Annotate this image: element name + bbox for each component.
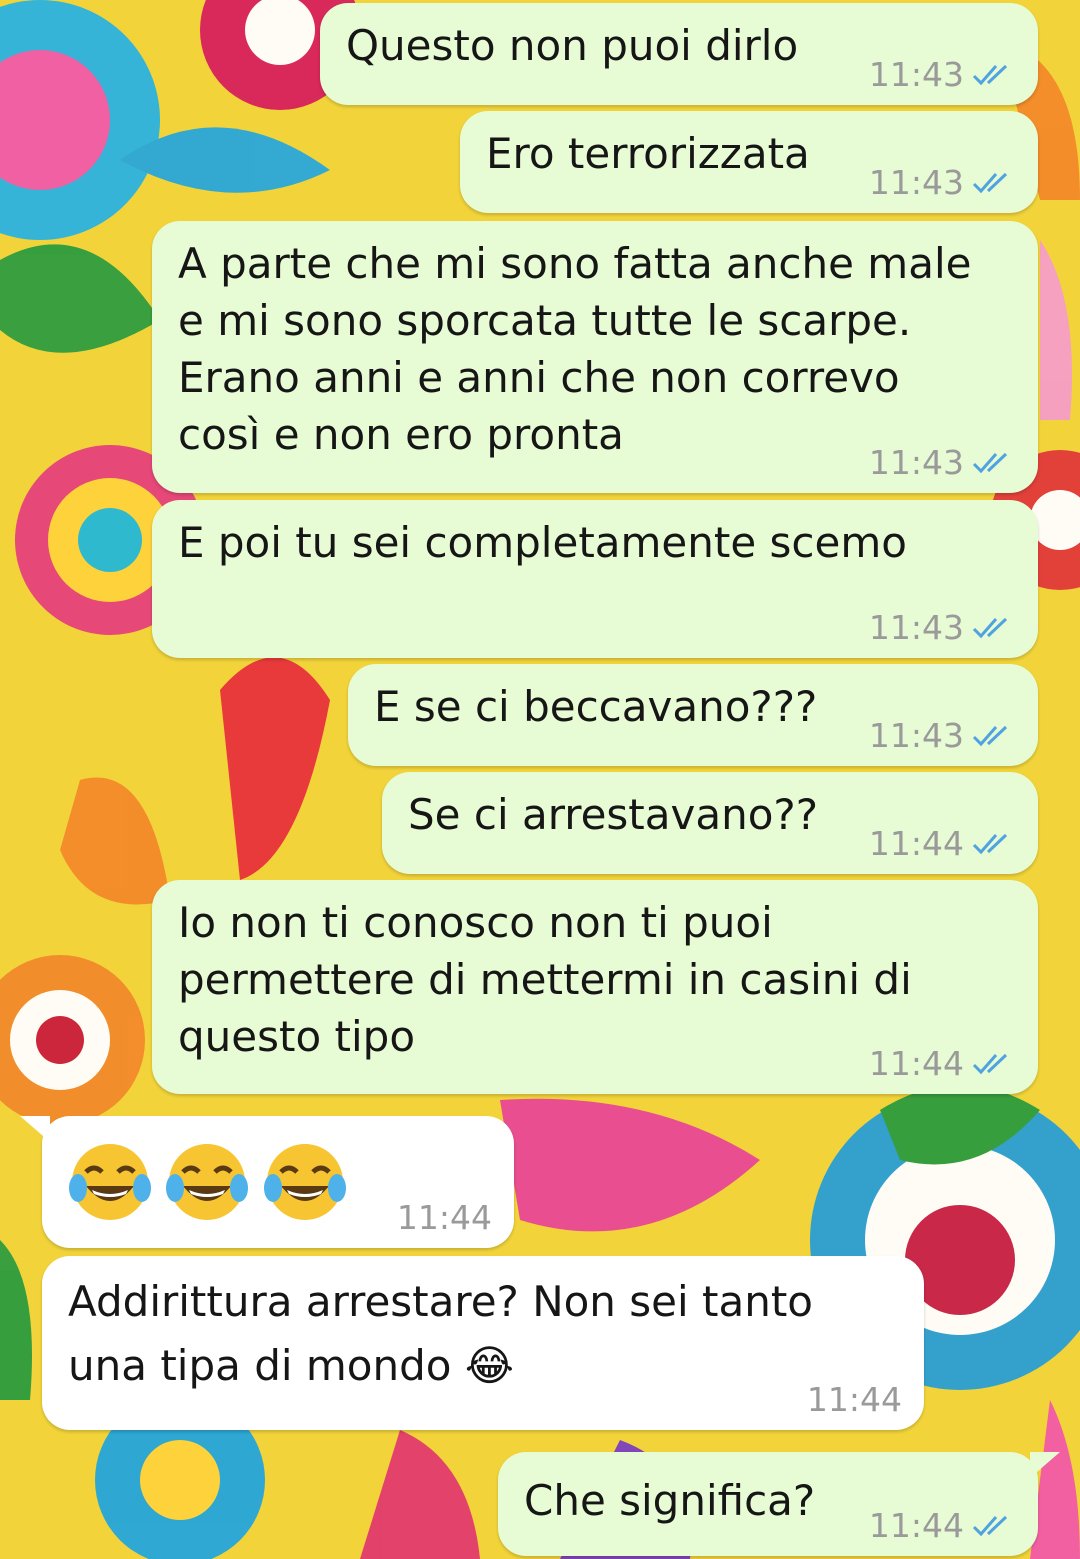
message-bubble-outgoing[interactable]: Ero terrorizzata 11:43 [460, 111, 1038, 213]
message-meta: 11:43 [869, 608, 1016, 648]
double-check-read-icon [972, 833, 1008, 855]
double-check-read-icon [972, 725, 1008, 747]
message-time: 11:43 [868, 716, 964, 755]
bubble-tail [20, 1116, 50, 1142]
message-meta: 11:44 [397, 1198, 492, 1238]
double-check-read-icon [972, 64, 1008, 86]
message-time: 11:43 [868, 443, 964, 482]
message-meta: 11:43 [869, 55, 1016, 95]
message-time: 11:44 [868, 1044, 964, 1083]
message-meta: 11:43 [869, 163, 1016, 203]
message-text: Io non ti conosco non ti puoi permettere… [178, 898, 912, 1061]
message-bubble-outgoing[interactable]: Io non ti conosco non ti puoi permettere… [152, 880, 1038, 1094]
double-check-read-icon [972, 617, 1008, 639]
message-bubble-outgoing[interactable]: E poi tu sei completamente scemo 11:43 [152, 500, 1038, 658]
message-meta: 11:43 [869, 716, 1016, 756]
message-time: 11:43 [868, 163, 964, 202]
tears-of-joy-emoji [263, 1140, 347, 1238]
message-text: A parte che mi sono fatta anche male e m… [178, 239, 972, 459]
tears-of-joy-emoji [165, 1140, 249, 1238]
message-time: 11:43 [868, 608, 964, 647]
message-bubble-outgoing[interactable]: Questo non puoi dirlo 11:43 [320, 3, 1038, 105]
message-meta: 11:44 [807, 1380, 902, 1420]
message-bubble-outgoing[interactable]: E se ci beccavano??? 11:43 [348, 664, 1038, 766]
bubble-tail [1030, 1452, 1060, 1478]
double-check-read-icon [972, 452, 1008, 474]
message-text: E poi tu sei completamente scemo [178, 518, 907, 567]
message-bubble-incoming[interactable]: 11:44 [20, 1116, 514, 1248]
message-meta: 11:43 [869, 443, 1016, 483]
message-time: 11:44 [396, 1198, 492, 1237]
message-meta: 11:44 [869, 1044, 1016, 1084]
message-time: 11:43 [868, 55, 964, 94]
message-time: 11:44 [868, 1506, 964, 1545]
message-time: 11:44 [806, 1380, 902, 1419]
double-check-read-icon [972, 172, 1008, 194]
message-meta: 11:44 [869, 824, 1016, 864]
message-bubble-outgoing[interactable]: A parte che mi sono fatta anche male e m… [152, 221, 1038, 493]
double-check-read-icon [972, 1053, 1008, 1075]
message-meta: 11:44 [869, 1506, 1016, 1546]
double-check-read-icon [972, 1515, 1008, 1537]
message-bubble-outgoing[interactable]: Che significa? 11:44 [498, 1452, 1060, 1556]
message-bubble-outgoing[interactable]: Se ci arrestavano?? 11:44 [382, 772, 1038, 874]
message-bubble-incoming[interactable]: Addirittura arrestare? Non sei tanto una… [42, 1256, 924, 1430]
tears-of-joy-emoji [68, 1140, 152, 1238]
message-time: 11:44 [868, 824, 964, 863]
message-text: Addirittura arrestare? Non sei tanto una… [68, 1277, 814, 1390]
